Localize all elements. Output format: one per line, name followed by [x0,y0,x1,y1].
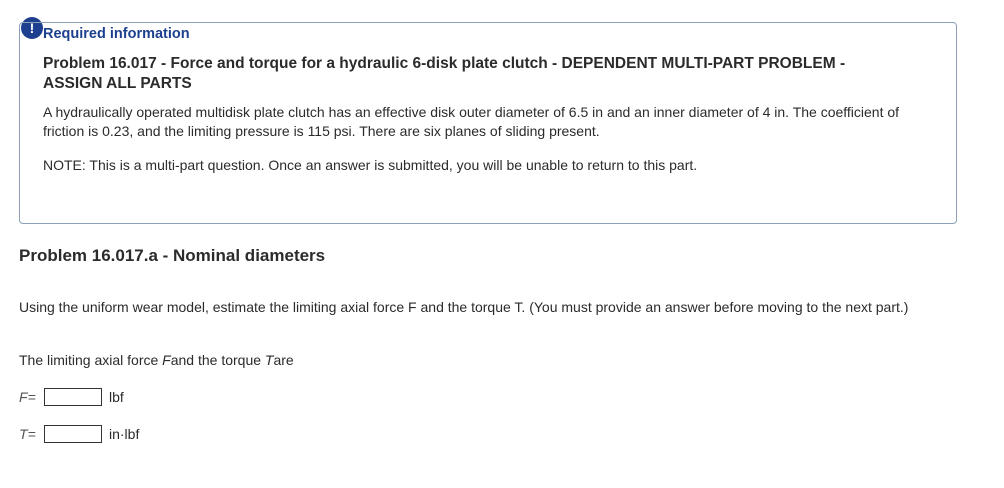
torque-unit-label: in·lbf [109,426,140,442]
required-info-label: Required information [43,26,190,42]
prompt-suffix: are [273,352,294,368]
force-variable-label: F= [19,389,36,405]
answer-row-torque: T= in·lbf [19,424,139,444]
problem-description: A hydraulically operated multidisk plate… [43,104,900,139]
force-answer-input[interactable] [44,388,102,406]
torque-variable-label: T= [19,426,36,442]
part-title: Problem 16.017.a - Nominal diameters [19,246,326,265]
answer-row-force: F= lbf [19,387,124,407]
force-unit-label: lbf [109,389,124,405]
prompt-var-f: F [162,352,171,368]
problem-title: Problem 16.017 - Force and torque for a … [43,55,846,92]
answer-prompt: The limiting axial force Fand the torque… [19,352,294,368]
torque-answer-input[interactable] [44,425,102,443]
question-text: Using the uniform wear model, estimate t… [19,299,909,315]
prompt-middle: and the torque [170,352,265,368]
prompt-prefix: The limiting axial force [19,352,163,368]
multi-part-note: NOTE: This is a multi-part question. Onc… [43,157,698,173]
